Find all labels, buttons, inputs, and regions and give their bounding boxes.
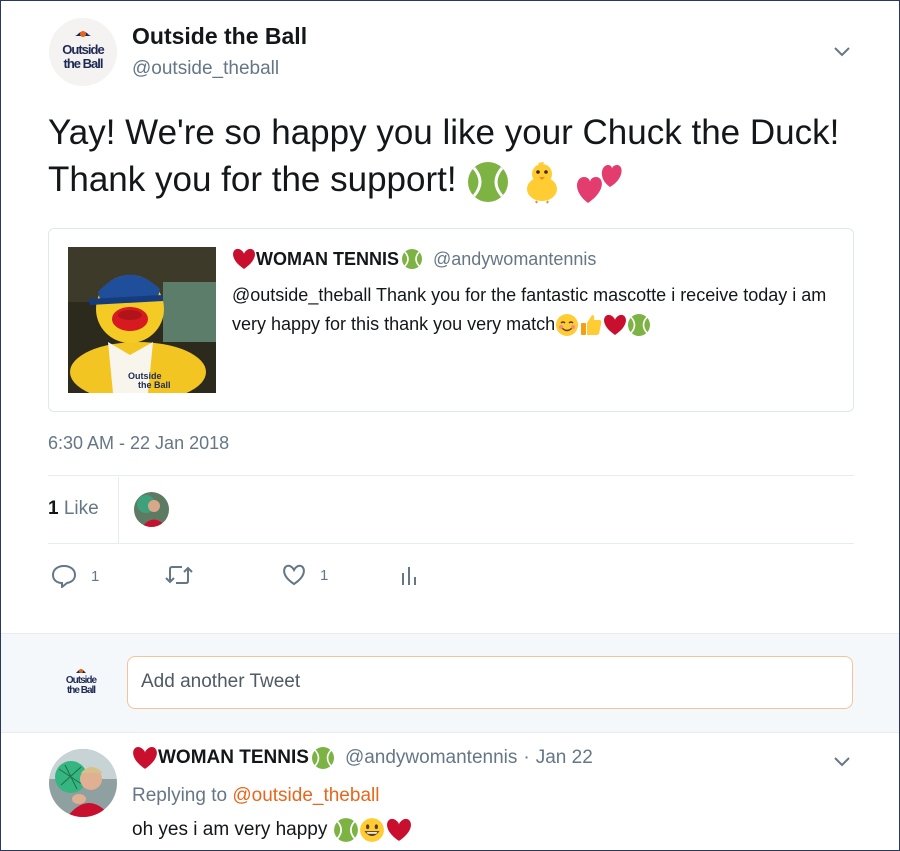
analytics-button[interactable] bbox=[400, 564, 418, 586]
duck-photo[interactable]: Outside the Ball bbox=[68, 247, 216, 393]
add-tweet-input[interactable]: Add another Tweet bbox=[127, 656, 853, 709]
tweet-timestamp[interactable]: 6:30 AM - 22 Jan 2018 bbox=[48, 433, 229, 454]
reply-icon bbox=[51, 564, 77, 588]
logo-line-1: Outside bbox=[62, 42, 104, 57]
quoted-author-name: WOMAN TENNIS bbox=[256, 248, 399, 269]
analytics-icon bbox=[402, 567, 416, 585]
tennis-ball-icon bbox=[468, 161, 509, 202]
tennis-ball-icon bbox=[334, 818, 359, 842]
author-avatar[interactable]: Outside the Ball bbox=[49, 18, 117, 86]
divider bbox=[48, 475, 854, 476]
tennis-ball-icon bbox=[402, 249, 422, 269]
quoted-author[interactable]: WOMAN TENNIS @andywomantennis bbox=[232, 248, 596, 270]
two-hearts-icon bbox=[576, 164, 622, 203]
quoted-tweet[interactable]: Outside the Ball WOMAN TENNIS @andywoman… bbox=[48, 228, 854, 412]
chick-icon bbox=[527, 161, 558, 204]
reply-text: oh yes i am very happy bbox=[132, 817, 413, 843]
quoted-tweet-text: @outside_theball Thank you for the fanta… bbox=[232, 281, 832, 339]
quoted-tweet-body: @outside_theball Thank you for the fanta… bbox=[232, 285, 827, 334]
tweet-body: Yay! We're so happy you like your Chuck … bbox=[48, 113, 840, 199]
author-handle[interactable]: @outside_theball bbox=[132, 58, 279, 80]
photo-logo-line-2: the Ball bbox=[138, 380, 171, 390]
quoted-author-handle: @andywomantennis bbox=[433, 248, 597, 269]
like-button[interactable]: 1 bbox=[282, 564, 328, 586]
author-name[interactable]: Outside the Ball bbox=[132, 23, 307, 50]
reply-author-avatar[interactable] bbox=[49, 749, 117, 817]
reply-date[interactable]: Jan 22 bbox=[536, 747, 593, 769]
compose-logo-line-2: the Ball bbox=[66, 685, 96, 696]
reply-body: oh yes i am very happy bbox=[132, 819, 328, 840]
thumbs-up-icon bbox=[581, 315, 602, 336]
replying-to: Replying to @outside_theball bbox=[132, 785, 379, 807]
logo-line-2: the Ball bbox=[63, 56, 104, 71]
reply-author-name: WOMAN TENNIS bbox=[158, 747, 309, 768]
grinning-face-icon bbox=[360, 818, 385, 842]
replying-prefix: Replying to bbox=[132, 785, 228, 806]
retweet-icon bbox=[165, 566, 193, 584]
reply-button[interactable]: 1 bbox=[51, 564, 99, 588]
heart-outline-icon bbox=[283, 564, 305, 586]
tennis-ball-icon bbox=[311, 747, 334, 769]
blushing-face-icon bbox=[556, 314, 579, 337]
red-heart-icon bbox=[604, 315, 627, 336]
chevron-down-icon[interactable] bbox=[831, 751, 853, 773]
red-heart-icon bbox=[133, 746, 157, 769]
tweet-detail-window: Outside the Ball Outside the Ball @outsi… bbox=[0, 0, 900, 851]
likes-summary[interactable]: 1 Like bbox=[48, 498, 99, 520]
retweet-button[interactable] bbox=[164, 564, 208, 586]
reply-count: 1 bbox=[91, 567, 100, 585]
divider bbox=[118, 477, 119, 543]
liker-avatar[interactable] bbox=[134, 492, 169, 527]
red-heart-icon bbox=[233, 248, 255, 269]
likes-label: Like bbox=[63, 498, 99, 519]
replying-to-link[interactable]: @outside_theball bbox=[232, 785, 379, 806]
tweet-text: Yay! We're so happy you like your Chuck … bbox=[48, 109, 868, 205]
reply-compose-area: Outside the Ball Add another Tweet bbox=[1, 633, 899, 733]
reply-author[interactable]: WOMAN TENNIS @andywomantennis · Jan 22 bbox=[132, 746, 593, 770]
tennis-ball-icon bbox=[628, 314, 651, 337]
chevron-down-icon[interactable] bbox=[831, 41, 853, 63]
reply-author-handle: @andywomantennis bbox=[344, 747, 518, 768]
divider bbox=[48, 543, 854, 544]
likes-count: 1 bbox=[48, 498, 59, 519]
meta-separator: · bbox=[523, 747, 530, 768]
like-count: 1 bbox=[320, 566, 329, 584]
compose-avatar: Outside the Ball bbox=[61, 664, 101, 704]
red-heart-icon bbox=[387, 818, 412, 841]
